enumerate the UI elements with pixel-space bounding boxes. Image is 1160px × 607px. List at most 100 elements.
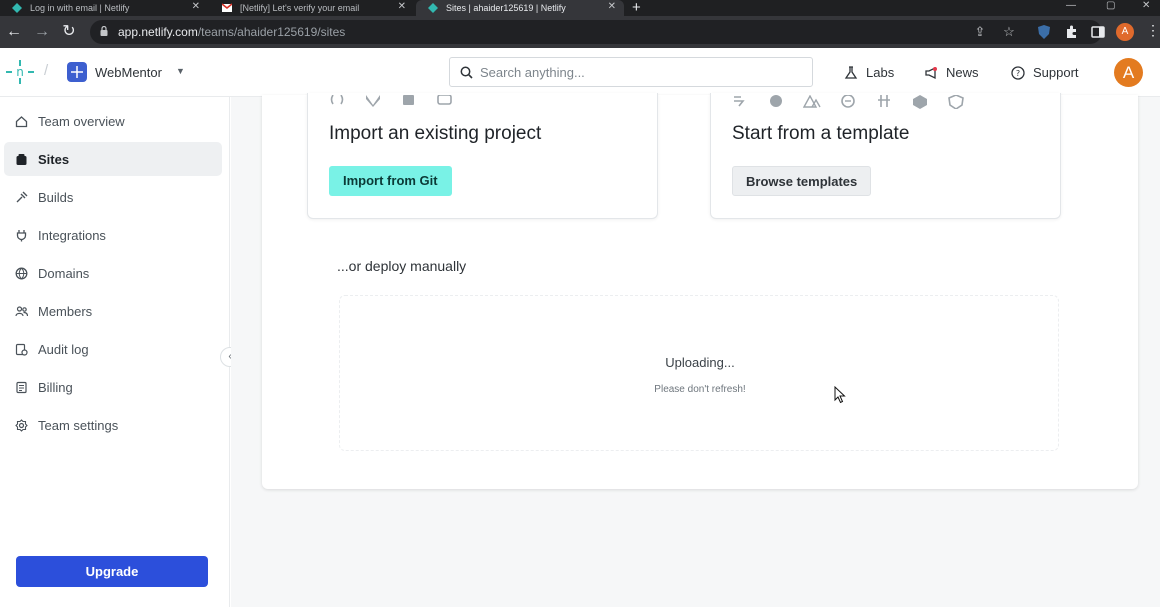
sidebar-item-label: Integrations	[38, 227, 106, 243]
minimize-icon[interactable]: —	[1066, 0, 1076, 11]
sidebar-item-label: Audit log	[38, 341, 89, 357]
close-tab-icon[interactable]: ✕	[398, 1, 406, 12]
browser-tab[interactable]: [Netlify] Let's verify your email ✕	[210, 0, 414, 16]
sidebar-item-label: Team overview	[38, 113, 125, 129]
close-tab-icon[interactable]: ✕	[192, 1, 200, 12]
deploy-dropzone[interactable]: Uploading... Please don't refresh!	[339, 295, 1059, 451]
side-panel-icon[interactable]	[1090, 24, 1106, 40]
share-icon[interactable]: ⇪	[973, 25, 987, 39]
browser-tab[interactable]: Log in with email | Netlify ✕	[0, 0, 208, 16]
sidebar-item-team-overview[interactable]: Team overview	[4, 104, 222, 138]
sites-icon	[14, 152, 28, 166]
gmail-favicon-icon	[221, 3, 233, 13]
news-link-label: News	[946, 65, 979, 80]
sidebar-item-sites[interactable]: Sites	[4, 142, 222, 176]
browse-templates-button[interactable]: Browse templates	[732, 166, 872, 196]
template-title: Start from a template	[732, 123, 910, 144]
upload-status: Uploading...	[665, 355, 735, 370]
azure-devops-icon	[436, 94, 454, 109]
browser-tab-title: Log in with email | Netlify	[30, 3, 130, 13]
team-switcher[interactable]: WebMentor	[95, 65, 162, 80]
sidebar-item-label: Domains	[38, 265, 90, 281]
close-tab-icon[interactable]: ✕	[608, 1, 616, 12]
browser-tab-strip: Log in with email | Netlify ✕ [Netlify] …	[0, 0, 1160, 16]
globe-icon	[14, 266, 28, 280]
search-input[interactable]: Search anything...	[449, 57, 813, 87]
sidebar-item-label: Builds	[38, 189, 74, 205]
user-avatar[interactable]: A	[1114, 58, 1143, 87]
labs-link[interactable]: Labs	[844, 65, 894, 80]
chevron-down-icon[interactable]: ▼	[176, 66, 185, 76]
gear-icon	[14, 418, 28, 432]
github-icon	[328, 94, 346, 109]
import-project-title: Import an existing project	[329, 123, 542, 144]
add-site-panel: Import an existing project Import from G…	[262, 93, 1138, 489]
reload-icon[interactable]: ↻	[59, 22, 79, 42]
browser-menu-icon[interactable]: ⋮	[1146, 22, 1160, 39]
team-avatar[interactable]	[67, 62, 87, 82]
browser-address-bar: ← → ↻ app.netlify.com/teams/ahaider12561…	[0, 16, 1160, 48]
brave-shield-icon[interactable]	[1036, 24, 1052, 40]
sidebar-item-billing[interactable]: Billing	[4, 370, 222, 404]
browser-tab-title: [Netlify] Let's verify your email	[240, 3, 360, 13]
browser-tab-title: Sites | ahaider125619 | Netlify	[446, 3, 566, 13]
url-path: /teams/ahaider125619/sites	[197, 25, 346, 39]
extensions-puzzle-icon[interactable]	[1064, 24, 1080, 40]
plug-icon	[14, 228, 28, 242]
import-from-git-button[interactable]: Import from Git	[329, 166, 452, 196]
search-icon	[460, 66, 473, 79]
sidebar-item-label: Team settings	[38, 417, 119, 433]
news-link[interactable]: News	[924, 65, 979, 80]
close-window-icon[interactable]: ✕	[1142, 0, 1150, 11]
bitbucket-icon	[400, 95, 418, 109]
app-header: n / WebMentor ▼ Search anything... Labs …	[0, 48, 1160, 97]
sidebar-item-audit-log[interactable]: Audit log	[4, 332, 222, 366]
angular-icon	[947, 94, 965, 110]
back-icon[interactable]: ←	[4, 22, 24, 42]
megaphone-icon	[925, 66, 937, 79]
support-link-label: Support	[1033, 65, 1079, 80]
sidebar-item-label: Members	[38, 303, 93, 319]
sidebar-item-domains[interactable]: Domains	[4, 256, 222, 290]
browser-tab-active[interactable]: Sites | ahaider125619 | Netlify ✕	[416, 0, 624, 16]
netlify-logo-icon[interactable]: n	[6, 60, 34, 84]
svg-text:n: n	[16, 65, 24, 79]
browser-profile-avatar[interactable]: A	[1116, 23, 1134, 41]
sidebar-item-team-settings[interactable]: Team settings	[4, 408, 222, 442]
sidebar-item-label: Sites	[38, 151, 70, 167]
import-project-card: Import an existing project Import from G…	[307, 93, 658, 219]
billing-icon	[14, 380, 28, 394]
mouse-cursor-icon	[834, 386, 846, 404]
nuxt-icon	[802, 94, 821, 109]
deploy-manually-label: ...or deploy manually	[337, 258, 467, 274]
eleventy-icon	[875, 95, 893, 109]
flask-icon	[844, 65, 858, 79]
maximize-icon[interactable]: ▢	[1106, 0, 1115, 11]
sidebar-item-integrations[interactable]: Integrations	[4, 218, 222, 252]
next-js-icon	[767, 95, 785, 109]
sidebar-item-label: Billing	[38, 379, 73, 395]
header-separator: /	[44, 62, 49, 79]
sidebar-item-members[interactable]: Members	[4, 294, 222, 328]
svg-text:?: ?	[1016, 69, 1020, 78]
netlify-favicon-icon	[428, 3, 438, 13]
upgrade-button[interactable]: Upgrade	[16, 556, 208, 587]
upload-note: Please don't refresh!	[654, 384, 746, 395]
main-content: Import an existing project Import from G…	[231, 93, 1160, 607]
hugo-icon	[911, 95, 929, 109]
gitlab-icon	[364, 95, 382, 109]
url-field[interactable]: app.netlify.com/teams/ahaider125619/site…	[90, 20, 1102, 44]
lock-icon	[100, 26, 108, 36]
support-link[interactable]: ? Support	[1011, 65, 1079, 80]
gatsby-icon	[839, 94, 857, 109]
astro-icon	[731, 95, 749, 109]
template-card: Start from a template Browse templates	[710, 93, 1061, 219]
home-icon	[14, 114, 28, 128]
members-icon	[14, 304, 28, 318]
new-tab-icon[interactable]: +	[632, 0, 641, 16]
bookmark-star-icon[interactable]: ☆	[1002, 25, 1016, 39]
sidebar-item-builds[interactable]: Builds	[4, 180, 222, 214]
audit-log-icon	[14, 342, 28, 356]
sidebar: Team overview Sites Builds Integrations …	[0, 97, 230, 607]
forward-icon[interactable]: →	[32, 22, 52, 42]
